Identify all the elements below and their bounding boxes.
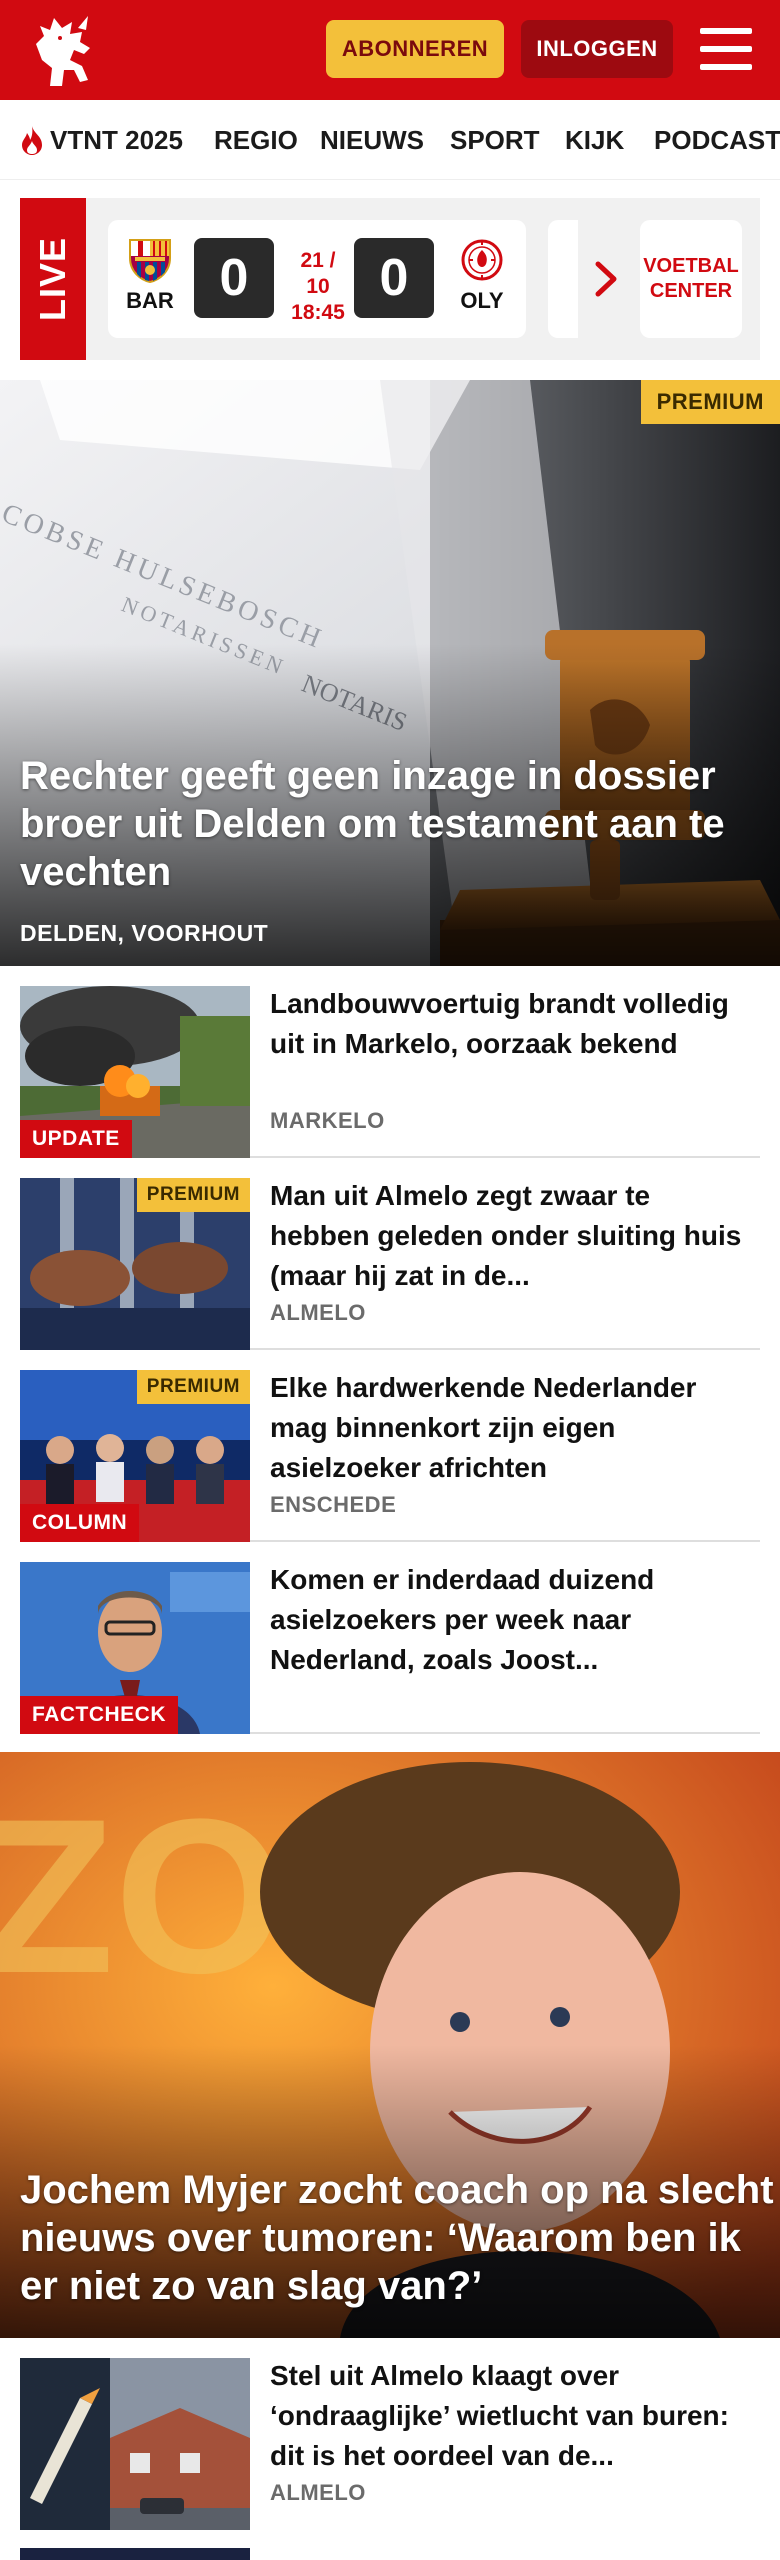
live-tag: LIVE xyxy=(20,198,86,360)
away-score: 0 xyxy=(354,238,434,318)
hero-article[interactable]: COBSE HULSEBOSCH NOTARISSEN NOTARIS PREM… xyxy=(0,380,780,966)
nav-item-nieuws[interactable]: NIEUWS xyxy=(320,124,424,156)
article-thumbnail: PREMIUM xyxy=(20,1178,250,1350)
nav-item-regio[interactable]: REGIO xyxy=(214,124,298,156)
match-card[interactable]: BAR 0 21 / 10 18:45 0 OLY xyxy=(108,220,526,338)
nav-item-sport[interactable]: SPORT xyxy=(450,124,540,156)
nav-label: REGIO xyxy=(214,124,298,155)
nav-label: NIEUWS xyxy=(320,124,424,155)
factcheck-label: FACTCHECK xyxy=(20,1696,178,1734)
voetbal-center-link[interactable]: VOETBAL CENTER xyxy=(640,220,742,338)
nav-item-podcast[interactable]: PODCAST xyxy=(654,124,780,156)
article-item[interactable]: PREMIUM Man uit Almelo zegt zwaar te heb… xyxy=(20,1158,760,1350)
article-item[interactable]: Stel uit Almelo klaagt over ‘ondraaglijk… xyxy=(20,2338,760,2530)
article-title[interactable]: Man uit Almelo zegt zwaar te hebben gele… xyxy=(270,1176,750,1296)
voetbal-center-line2: CENTER xyxy=(649,280,733,302)
column-label: COLUMN xyxy=(20,1504,140,1542)
article-location: MARKELO xyxy=(270,1108,385,1133)
hamburger-menu-icon[interactable] xyxy=(700,28,752,70)
hero-headline[interactable]: Rechter geeft geen inzage in dossier bro… xyxy=(20,752,760,896)
away-team: OLY xyxy=(452,236,512,314)
main-nav: VTNT 2025 REGIO NIEUWS SPORT KIJK PODCAS… xyxy=(0,100,780,180)
article-item[interactable]: FACTCHECK Komen er inderdaad duizend asi… xyxy=(20,1542,760,1734)
nav-label: KIJK xyxy=(565,124,625,155)
nav-label: VTNT 2025 xyxy=(50,124,183,155)
hero-location: DELDEN, VOORHOUT xyxy=(20,920,269,946)
premium-badge: PREMIUM xyxy=(136,1178,250,1212)
article-title[interactable]: Stel uit Almelo klaagt over ‘ondraaglijk… xyxy=(270,2356,750,2476)
fc-barcelona-crest-icon xyxy=(129,239,171,284)
login-button[interactable]: INLOGGEN xyxy=(521,20,673,78)
update-label: UPDATE xyxy=(20,1120,132,1158)
nav-label: SPORT xyxy=(450,124,540,155)
home-team: BAR xyxy=(120,236,180,314)
article-item[interactable]: UPDATE Landbouwvoertuig brandt volledig … xyxy=(20,966,760,1158)
home-team-abbr: BAR xyxy=(126,288,174,313)
chevron-right-icon[interactable] xyxy=(592,260,620,298)
home-score: 0 xyxy=(194,238,274,318)
article-location: ALMELO xyxy=(270,1300,366,1325)
nav-label: PODCAST xyxy=(654,124,780,155)
nav-item-vtnt-2025[interactable]: VTNT 2025 xyxy=(18,124,183,156)
away-team-abbr: OLY xyxy=(460,288,504,313)
article-thumbnail: PREMIUM COLUMN xyxy=(20,1370,250,1542)
article-location: ENSCHEDE xyxy=(270,1492,397,1517)
match-date: 21 / 10 xyxy=(300,249,336,298)
article-title[interactable]: Landbouwvoertuig brandt volledig uit in … xyxy=(270,984,750,1064)
header: ABONNEREN INLOGGEN xyxy=(0,0,780,100)
article-item[interactable]: PREMIUM COLUMN Elke hardwerkende Nederla… xyxy=(20,1350,760,1542)
next-match-card-peek[interactable] xyxy=(548,220,578,338)
match-datetime: 21 / 10 18:45 xyxy=(288,248,348,326)
article-thumbnail: UPDATE xyxy=(20,986,250,1158)
article-thumbnail xyxy=(20,2358,250,2530)
olympiacos-crest-icon xyxy=(461,239,503,281)
article-thumbnail: FACTCHECK xyxy=(20,1562,250,1734)
next-article-thumbnail-peek xyxy=(20,2548,250,2560)
article-title[interactable]: Komen er inderdaad duizend asielzoekers … xyxy=(270,1560,750,1680)
article-title[interactable]: Elke hardwerkende Nederlander mag binnen… xyxy=(270,1368,750,1488)
nav-item-kijk[interactable]: KIJK xyxy=(565,124,624,156)
subscribe-button[interactable]: ABONNEREN xyxy=(326,20,504,78)
hero2-headline[interactable]: Jochem Myjer zocht coach op na slecht ni… xyxy=(20,2166,780,2310)
live-label: LIVE xyxy=(32,236,74,322)
thumb-joint-houses xyxy=(20,2358,250,2530)
tubantia-horse-logo[interactable] xyxy=(22,8,110,92)
flame-icon xyxy=(22,126,42,155)
match-time: 18:45 xyxy=(291,301,345,324)
article-location: ALMELO xyxy=(270,2480,366,2505)
premium-badge: PREMIUM xyxy=(640,380,780,424)
voetbal-center-line1: VOETBAL xyxy=(643,255,739,277)
premium-badge: PREMIUM xyxy=(136,1370,250,1404)
live-scores-strip: LIVE BAR 0 21 / 10 18:45 0 OLY VOETBAL C… xyxy=(20,198,760,360)
hero-article-2[interactable]: ZORG Jochem Myjer zocht coach op na slec… xyxy=(0,1752,780,2338)
